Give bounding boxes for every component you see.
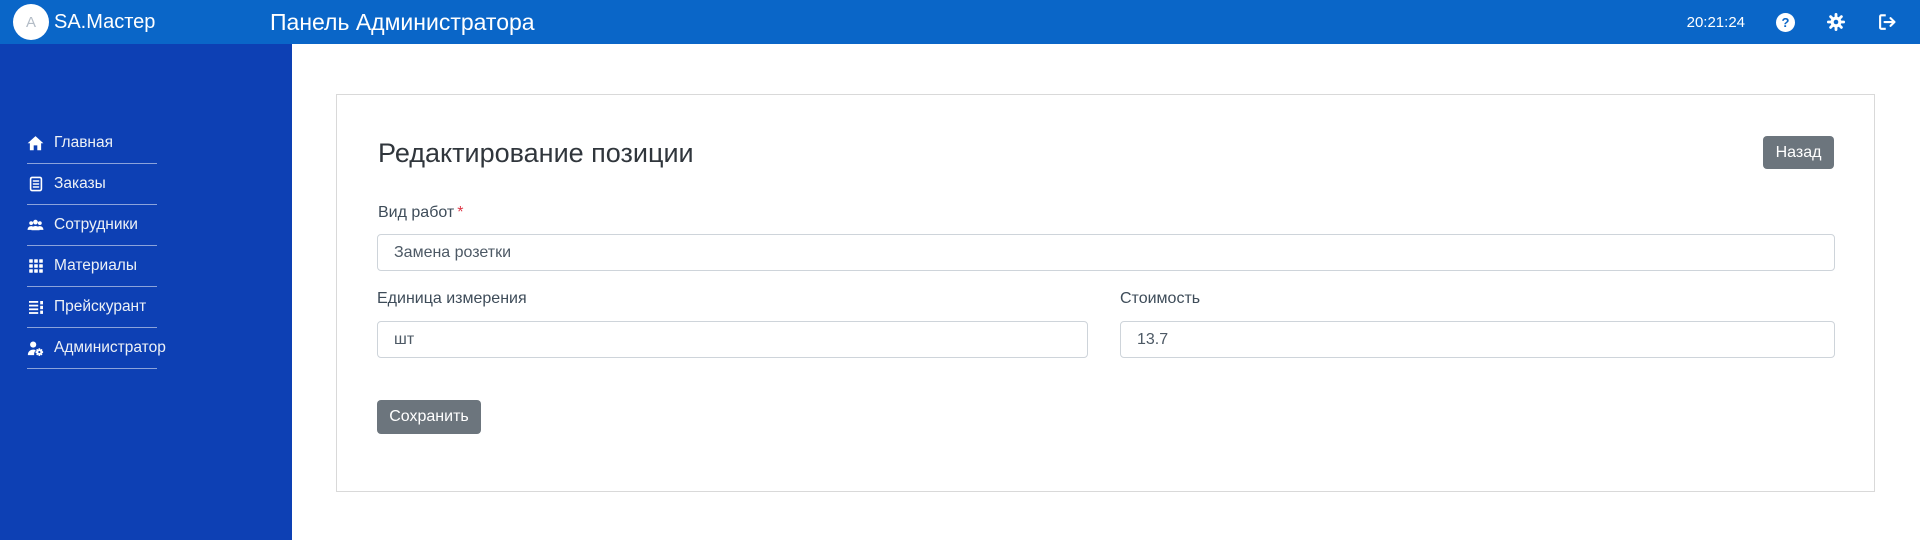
app-logo-text: SA.Мастер — [54, 10, 156, 33]
edit-position-card: Редактирование позиции Назад Вид работ * … — [336, 94, 1875, 492]
sidebar-item-pricelist[interactable]: Прейскурант — [0, 287, 292, 327]
logout-button[interactable] — [1877, 12, 1897, 32]
clock: 20:21:24 — [1686, 13, 1745, 31]
materials-grid-icon — [27, 258, 44, 275]
cost-label: Стоимость — [1120, 290, 1201, 307]
home-icon — [27, 135, 44, 152]
page-title: Панель Администратора — [270, 9, 535, 35]
settings-gear-icon — [1827, 13, 1845, 31]
save-button[interactable]: Сохранить — [377, 400, 481, 434]
card-heading: Редактирование позиции — [378, 138, 694, 168]
unit-label: Единица измерения — [377, 290, 527, 307]
settings-button[interactable] — [1826, 12, 1846, 32]
sidebar-item-employees[interactable]: Сотрудники — [0, 205, 292, 245]
sidebar-item-label: Заказы — [54, 175, 106, 192]
work-type-label: Вид работ * — [378, 204, 463, 222]
sidebar-item-home[interactable]: Главная — [0, 123, 292, 163]
app-logo: A SA.Мастер — [13, 0, 155, 44]
cost-input[interactable] — [1120, 321, 1835, 358]
sidebar-item-admin[interactable]: Администратор — [0, 328, 292, 368]
sidebar-item-label: Сотрудники — [54, 216, 138, 233]
required-asterisk: * — [457, 204, 464, 221]
sidebar-item-label: Прейскурант — [54, 298, 147, 315]
sidebar-item-label: Главная — [54, 134, 113, 151]
sidebar-item-orders[interactable]: Заказы — [0, 164, 292, 204]
help-icon: ? — [1776, 12, 1795, 32]
header-actions: 20:21:24 ? — [1687, 0, 1897, 44]
admin-user-gear-icon — [27, 340, 44, 357]
sidebar-item-label: Материалы — [54, 257, 137, 274]
sidebar-item-label: Администратор — [54, 339, 166, 356]
work-type-label-text: Вид работ — [378, 204, 455, 221]
back-button[interactable]: Назад — [1763, 136, 1834, 169]
avatar: A — [13, 4, 49, 40]
unit-input[interactable] — [377, 321, 1088, 358]
app-header: A SA.Мастер Панель Администратора 20:21:… — [0, 0, 1920, 44]
logout-icon — [1879, 14, 1896, 30]
help-button[interactable]: ? — [1776, 12, 1795, 32]
orders-document-icon — [27, 176, 44, 193]
work-type-input[interactable] — [377, 234, 1835, 271]
sidebar: Главная Заказы Сотрудники Материалы Прей… — [0, 44, 292, 540]
pricelist-icon — [27, 299, 44, 316]
sidebar-item-materials[interactable]: Материалы — [0, 246, 292, 286]
employees-users-icon — [27, 217, 44, 234]
sidebar-divider — [27, 368, 157, 369]
